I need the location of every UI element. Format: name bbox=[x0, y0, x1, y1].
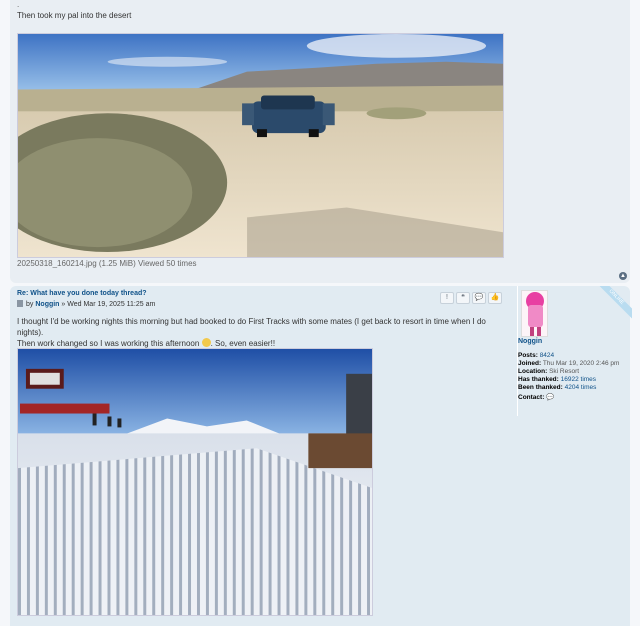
profile-posts: Posts: 8424 bbox=[518, 352, 555, 359]
desert-photo[interactable] bbox=[17, 33, 504, 258]
post-meta: by Noggin » Wed Mar 19, 2025 11:25 am bbox=[17, 300, 155, 308]
post-text: Then took my pal into the desert bbox=[17, 11, 132, 20]
avatar[interactable] bbox=[521, 290, 548, 337]
post-2: Re: What have you done today thread? by … bbox=[10, 286, 632, 626]
profile-username[interactable]: Noggin bbox=[518, 338, 542, 345]
profile-has-thanked: Has thanked: 16922 times bbox=[518, 376, 597, 383]
ski-slope-photo[interactable] bbox=[17, 348, 373, 616]
quote-button[interactable]: ❝ bbox=[456, 292, 470, 304]
post-title[interactable]: Re: What have you done today thread? bbox=[17, 290, 147, 297]
post-actions: ! ❝ 💬 👍 bbox=[440, 292, 502, 304]
profile-contact: Contact: 💬 bbox=[518, 394, 555, 401]
post-text-dot: . bbox=[17, 0, 20, 9]
profile-location: Location: Ski Resort bbox=[518, 368, 580, 375]
post-1: . Then took my pal into the desert 20250… bbox=[10, 0, 630, 283]
thanks-button[interactable]: 👍 bbox=[488, 292, 502, 304]
post-author-link[interactable]: Noggin bbox=[35, 301, 59, 308]
profile-been-thanked: Been thanked: 4204 times bbox=[518, 384, 597, 391]
user-profile: ONLINE Noggin Posts: 8424 Joined: Thu Ma… bbox=[517, 286, 632, 416]
post-body-line-1: I thought I'd be working nights this mor… bbox=[17, 317, 486, 337]
profile-joined: Joined: Thu Mar 19, 2020 2:46 pm bbox=[518, 360, 620, 367]
back-to-top-icon[interactable]: ▲ bbox=[619, 272, 627, 280]
by-label: by bbox=[26, 301, 34, 308]
report-button[interactable]: ! bbox=[440, 292, 454, 304]
post-icon[interactable] bbox=[17, 300, 23, 307]
contact-icon[interactable]: 💬 bbox=[546, 394, 554, 401]
post-body: I thought I'd be working nights this mor… bbox=[17, 316, 507, 349]
reply-button[interactable]: 💬 bbox=[472, 292, 486, 304]
post-date: » Wed Mar 19, 2025 11:25 am bbox=[61, 301, 156, 308]
smile-emoji-icon bbox=[201, 338, 211, 347]
attachment-caption: 20250318_160214.jpg (1.25 MiB) Viewed 50… bbox=[17, 259, 197, 268]
online-badge: ONLINE bbox=[592, 286, 632, 326]
